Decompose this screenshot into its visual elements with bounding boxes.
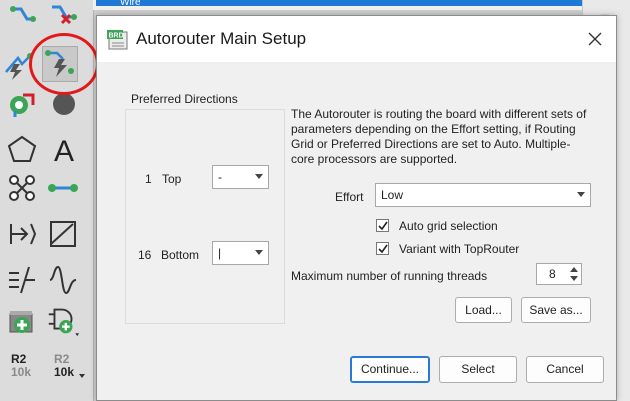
r2-name-value: 10k xyxy=(54,365,75,379)
dialog-body: Preferred Directions 1 Top - 16 Bottom |… xyxy=(97,62,616,400)
add-part-icon[interactable] xyxy=(4,302,40,338)
layer-1-direction-select[interactable]: - xyxy=(212,165,269,189)
toprouter-checkbox[interactable] xyxy=(376,242,389,255)
threads-spinner[interactable]: 8 xyxy=(536,263,582,285)
spin-up-icon[interactable] xyxy=(570,267,578,272)
polygon-icon[interactable] xyxy=(4,131,40,167)
layer-1-name: Top xyxy=(162,172,182,186)
miter-icon[interactable] xyxy=(45,216,81,252)
chevron-down-icon xyxy=(577,192,585,197)
meander-icon[interactable] xyxy=(4,216,40,252)
dialog-title: Autorouter Main Setup xyxy=(136,29,307,48)
description-text: The Autorouter is routing the board with… xyxy=(291,107,587,166)
dialog-titlebar[interactable]: BRD Autorouter Main Setup xyxy=(97,16,616,62)
effort-value: Low xyxy=(381,188,404,202)
layer-16-number: 16 xyxy=(138,248,152,262)
load-button[interactable]: Load... xyxy=(455,297,512,323)
signal-icon[interactable] xyxy=(4,170,40,206)
cancel-button[interactable]: Cancel xyxy=(526,356,604,383)
wire-icon[interactable] xyxy=(45,170,81,206)
preferred-directions-group: 1 Top - 16 Bottom | xyxy=(125,109,285,324)
chevron-down-icon xyxy=(255,174,263,179)
continue-button[interactable]: Continue... xyxy=(350,356,430,383)
effort-label: Effort xyxy=(335,190,364,204)
autorouter-icon[interactable] xyxy=(0,48,36,84)
auto-grid-checkbox[interactable] xyxy=(376,219,389,232)
route-icon[interactable] xyxy=(4,0,40,36)
brd-icon: BRD xyxy=(107,28,129,50)
autorouter-selected-icon[interactable] xyxy=(42,46,78,82)
auto-grid-label: Auto grid selection xyxy=(399,219,498,233)
dimension-icon[interactable] xyxy=(4,262,40,298)
r2-value: 10k xyxy=(11,365,32,379)
threads-value: 8 xyxy=(549,267,556,281)
select-button[interactable]: Select xyxy=(439,356,517,383)
via-icon[interactable] xyxy=(4,86,40,122)
svg-text:BRD: BRD xyxy=(109,33,124,40)
r2-name-tool[interactable]: R2 10k xyxy=(54,353,74,379)
svg-text:A: A xyxy=(54,135,74,166)
close-icon[interactable] xyxy=(584,28,606,50)
chevron-down-icon xyxy=(255,250,263,255)
layer-16-name: Bottom xyxy=(161,248,200,262)
hole-icon[interactable] xyxy=(45,86,81,122)
layer-1-number: 1 xyxy=(145,172,152,186)
autorouter-dialog: BRD Autorouter Main Setup Preferred Dire… xyxy=(96,15,617,401)
layer-16-direction-value: | xyxy=(218,246,222,260)
background-window-title: Wire xyxy=(96,0,605,6)
spin-down-icon[interactable] xyxy=(570,276,578,281)
dropdown-arrow-icon xyxy=(79,374,85,378)
toprouter-label: Variant with TopRouter xyxy=(399,242,520,256)
tool-palette: A R2 10k R2 10k xyxy=(0,0,99,401)
r2-value-tool[interactable]: R2 10k xyxy=(11,353,31,379)
text-icon[interactable]: A xyxy=(45,131,81,167)
effort-select[interactable]: Low xyxy=(375,183,591,207)
gate-icon[interactable] xyxy=(45,302,81,338)
optimize-icon[interactable] xyxy=(45,262,81,298)
threads-label: Maximum number of running threads xyxy=(291,269,488,283)
layer-1-direction-value: - xyxy=(218,170,222,184)
preferred-directions-label: Preferred Directions xyxy=(131,92,238,106)
save-as-button[interactable]: Save as... xyxy=(521,297,591,323)
ripup-icon[interactable] xyxy=(45,0,81,36)
layer-16-direction-select[interactable]: | xyxy=(212,241,269,265)
